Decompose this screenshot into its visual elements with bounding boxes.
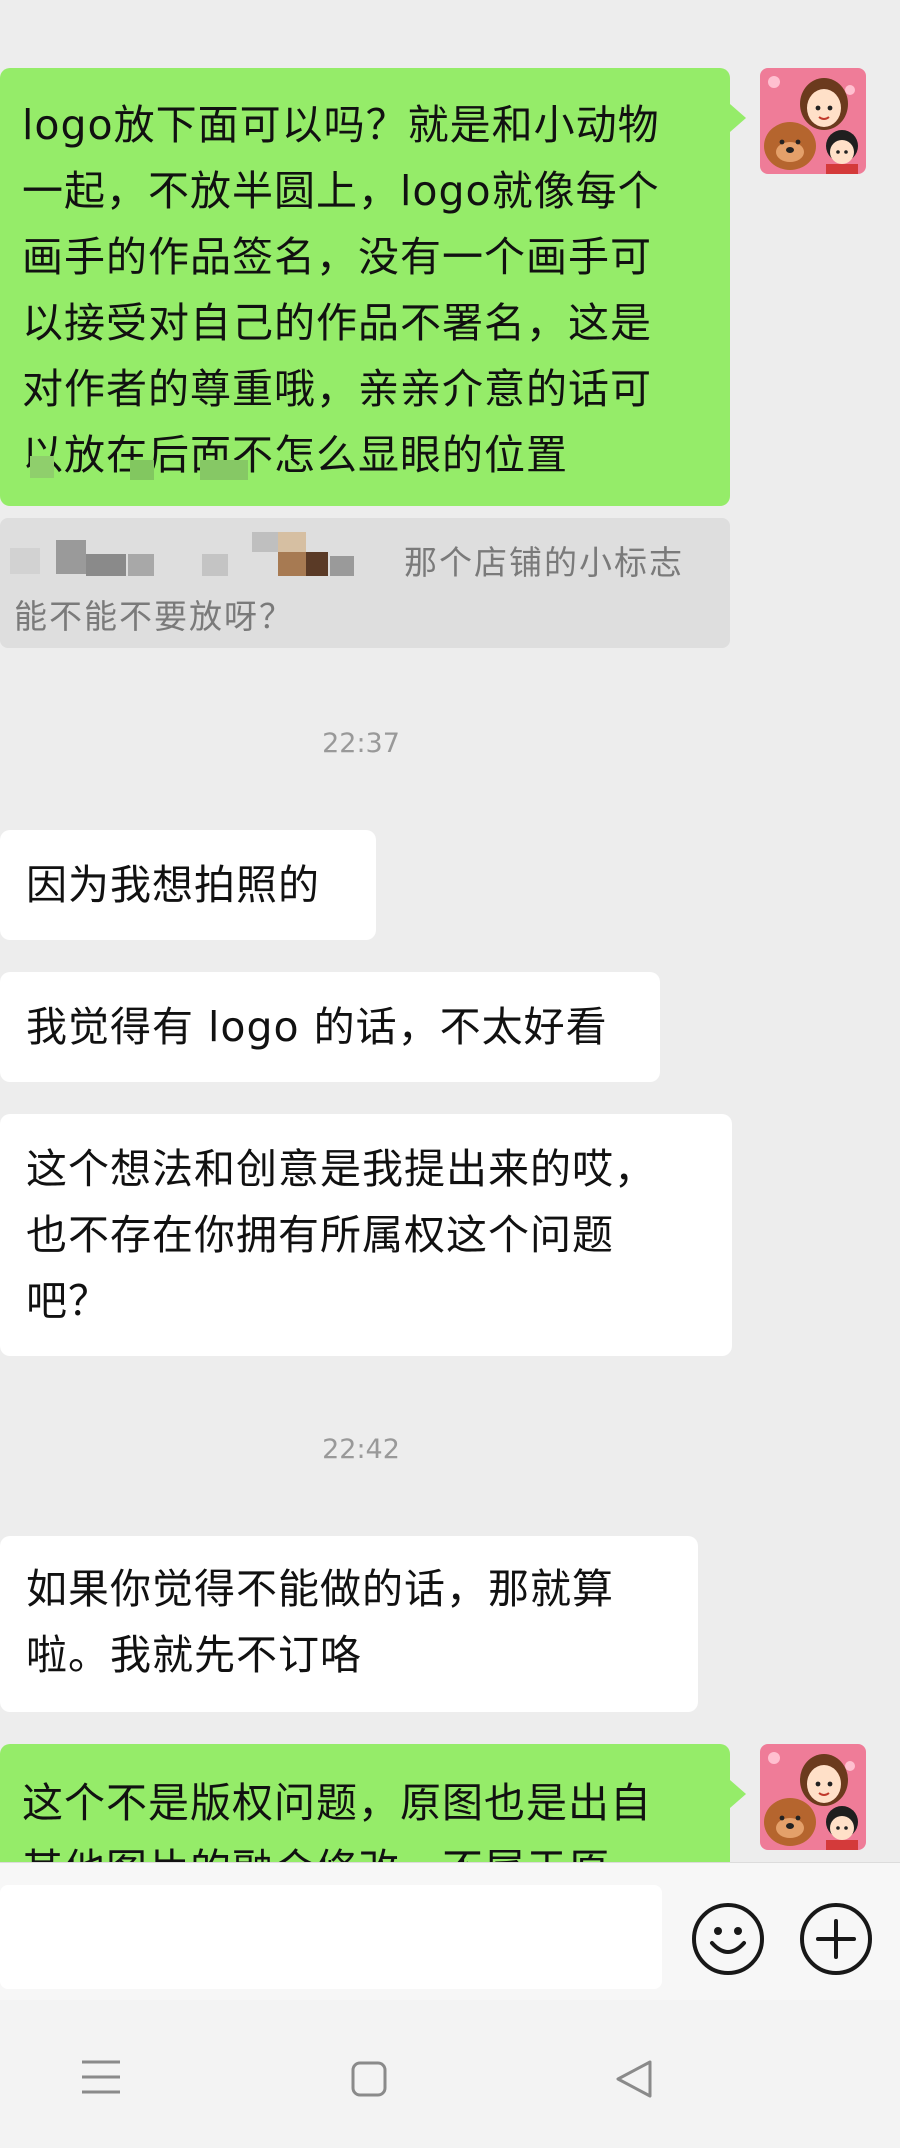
message-text: 我觉得有 logo 的话，不太好看 [26,1003,608,1051]
message-line: 一起，不放半圆上，logo就像每个 [22,167,660,215]
smiley-icon[interactable] [692,1903,764,1975]
message-line: 对作者的尊重哦，亲亲介意的话可 [22,365,652,413]
plus-circle-icon[interactable] [800,1903,872,1975]
quote-text: 能不能不要放呀？ [14,597,294,636]
outgoing-message-bubble[interactable]: logo放下面可以吗？就是和小动物 一起，不放半圆上，logo就像每个 画手的作… [0,68,730,506]
home-square-icon[interactable] [350,2060,388,2098]
blur-patch [86,554,126,576]
message-line: 吧？ [26,1277,110,1325]
message-line: 啦。我就先不订咯 [26,1631,362,1679]
quoted-message[interactable]: 那个店铺的小标志 能不能不要放呀？ [0,518,730,648]
incoming-message-bubble[interactable]: 我觉得有 logo 的话，不太好看 [0,972,660,1082]
message-line: 其他图片的融合修改，不属于原 [22,1836,710,1862]
message-line: 这个想法和创意是我提出来的哎， [26,1145,656,1193]
message-text: 因为我想拍照的 [26,861,320,909]
message-input[interactable] [0,1885,662,1989]
message-line: 以放在后面不怎么显眼的位置 [22,431,568,479]
message-line: 画手的作品签名，没有一个画手可 [22,233,652,281]
message-line: 以接受对自己的作品不署名，这是 [22,299,652,347]
bubble-tail [730,104,746,132]
timestamp: 22:42 [322,1434,400,1465]
timestamp: 22:37 [322,728,400,759]
blur-patch [252,532,278,552]
blur-patch [278,552,306,576]
blur-patch [10,548,40,574]
back-triangle-icon[interactable] [614,2058,654,2100]
message-line: 也不存在你拥有所属权这个问题 [26,1211,614,1259]
blur-patch [202,554,228,576]
incoming-message-bubble[interactable]: 如果你觉得不能做的话，那就算 啦。我就先不订咯 [0,1536,698,1712]
system-navigation-bar [0,2000,900,2148]
quote-text: 那个店铺的小标志 [404,543,684,582]
avatar[interactable] [760,1744,866,1850]
message-line: logo放下面可以吗？就是和小动物 [22,101,660,149]
menu-icon[interactable] [80,2058,122,2096]
message-list[interactable]: logo放下面可以吗？就是和小动物 一起，不放半圆上，logo就像每个 画手的作… [0,0,900,1862]
outgoing-message-bubble[interactable]: 这个不是版权问题，原图也是出自 其他图片的融合修改，不属于原 [0,1744,730,1862]
blur-patch [278,532,306,552]
blur-patch [200,460,248,480]
input-bar [0,1862,900,2001]
bubble-tail [730,1780,746,1808]
avatar-cartoon-couple-with-dog-icon [760,1744,866,1850]
avatar[interactable] [760,68,866,174]
blur-patch [306,552,328,576]
message-line: 这个不是版权问题，原图也是出自 [22,1779,652,1827]
incoming-message-bubble[interactable]: 因为我想拍照的 [0,830,376,940]
message-line: 如果你觉得不能做的话，那就算 [26,1565,614,1613]
avatar-cartoon-couple-with-dog-icon [760,68,866,174]
incoming-message-bubble[interactable]: 这个想法和创意是我提出来的哎， 也不存在你拥有所属权这个问题 吧？ [0,1114,732,1356]
chat-screen: logo放下面可以吗？就是和小动物 一起，不放半圆上，logo就像每个 画手的作… [0,0,900,2148]
blur-patch [130,460,154,480]
blur-patch [128,554,154,576]
blur-patch [30,456,54,478]
blur-patch [330,556,354,576]
blur-patch [56,540,86,574]
